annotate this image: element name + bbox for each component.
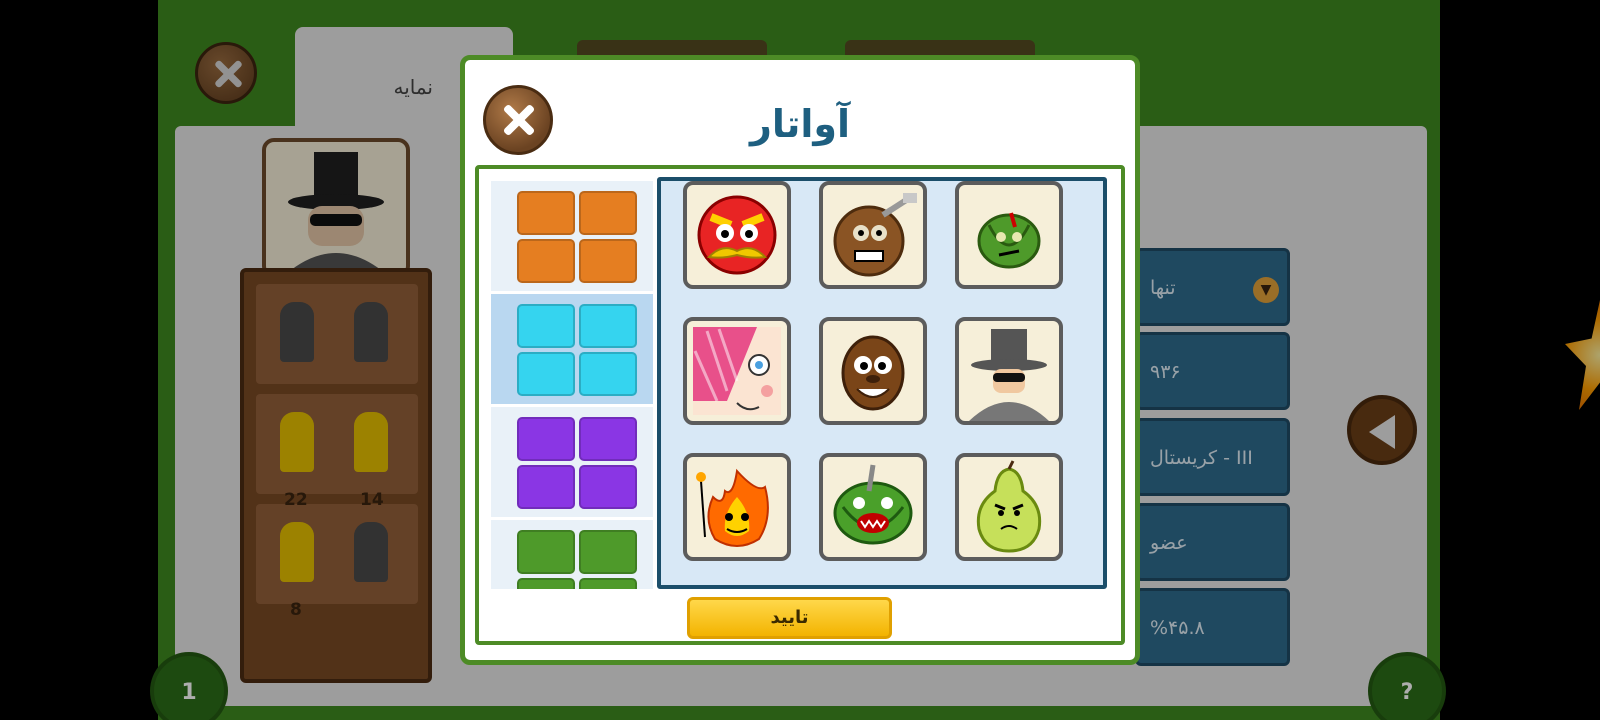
theme-item-green[interactable] — [491, 520, 653, 589]
avatar-dialog: آواتار تایید — [460, 55, 1140, 665]
avatar-red-mustache-face[interactable] — [683, 181, 791, 289]
avatar-picker — [475, 165, 1125, 645]
dialog-title: آواتار — [749, 102, 851, 146]
avatar-angry-pear[interactable] — [955, 453, 1063, 561]
fire-face-icon — [696, 468, 769, 547]
banana-tile-icon — [579, 191, 637, 235]
zombie-coconut-icon — [833, 193, 917, 277]
avatar-zombie-coconut[interactable] — [819, 181, 927, 289]
strawberry-tile-icon — [579, 352, 637, 396]
apple-tile-icon — [517, 304, 575, 348]
apple-tile-icon — [517, 417, 575, 461]
avatar-fire-face[interactable] — [683, 453, 791, 561]
spy-hat-icon — [969, 329, 1049, 421]
strawberry-tile-icon — [579, 578, 637, 589]
close-button[interactable] — [483, 85, 553, 155]
theme-list[interactable] — [491, 181, 653, 589]
avatar-pink-hair-girl[interactable] — [683, 317, 791, 425]
avatar-coconut-face[interactable] — [819, 317, 927, 425]
apple-tile-icon — [517, 530, 575, 574]
angry-pear-icon — [976, 460, 1042, 553]
coconut-face-icon — [841, 335, 905, 411]
banana-tile-icon — [579, 530, 637, 574]
confirm-button[interactable]: تایید — [687, 597, 892, 639]
avatar-grid — [657, 177, 1107, 589]
strawberry-tile-icon — [579, 239, 637, 283]
avatar-watermelon-monster[interactable] — [819, 453, 927, 561]
lemon-tile-icon — [517, 239, 575, 283]
watermelon-monster-icon — [833, 464, 913, 545]
red-mustache-face-icon — [697, 195, 777, 275]
zombie-watermelon-icon — [977, 212, 1041, 269]
avatar-zombie-watermelon[interactable] — [955, 181, 1063, 289]
lemon-tile-icon — [517, 465, 575, 509]
apple-tile-icon — [517, 191, 575, 235]
banana-tile-icon — [579, 417, 637, 461]
theme-item-cyan[interactable] — [491, 294, 653, 404]
lemon-tile-icon — [517, 578, 575, 589]
theme-item-purple[interactable] — [491, 407, 653, 517]
banana-tile-icon — [579, 304, 637, 348]
avatar-spy-hat[interactable] — [955, 317, 1063, 425]
pink-hair-girl-icon — [693, 327, 781, 415]
lemon-tile-icon — [517, 352, 575, 396]
theme-item-orange[interactable] — [491, 181, 653, 291]
strawberry-tile-icon — [579, 465, 637, 509]
